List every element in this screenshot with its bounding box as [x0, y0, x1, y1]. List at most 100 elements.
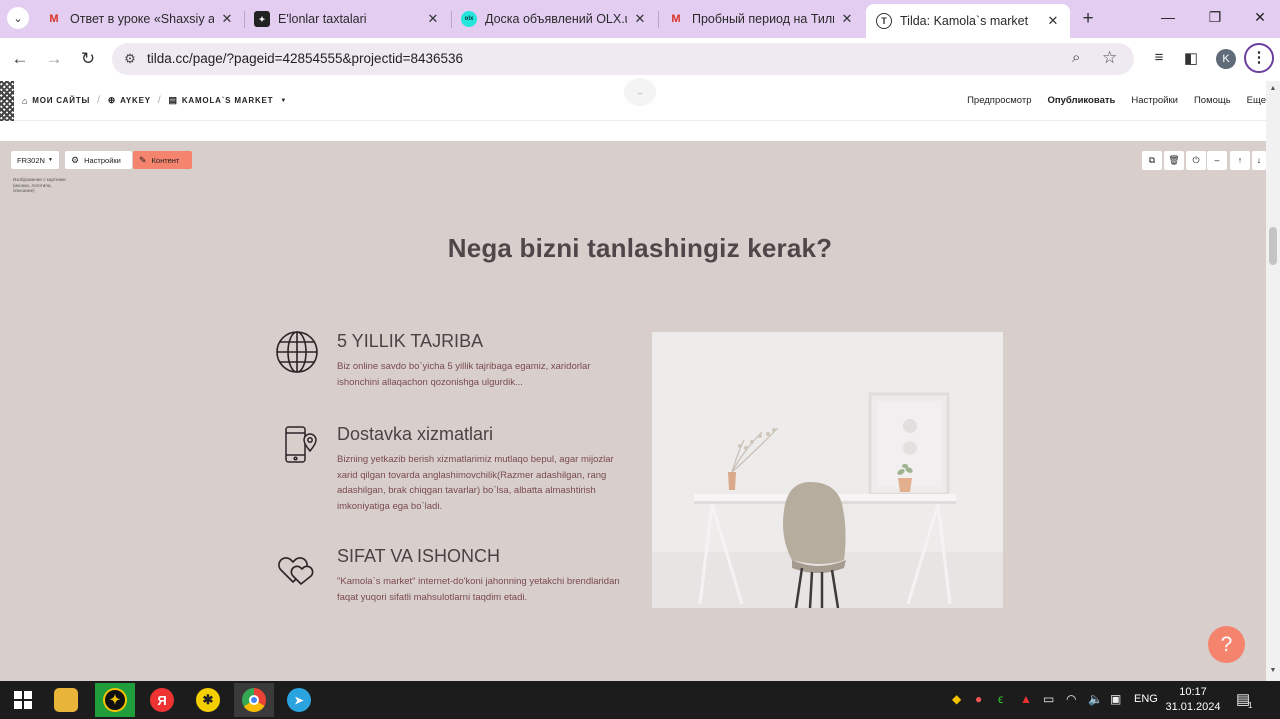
block-id-dropdown[interactable]: FR302N ▼ — [11, 151, 59, 169]
display-icon[interactable]: ▣ — [1110, 692, 1121, 706]
gear-icon: ⚙ — [71, 154, 80, 165]
page-scrollbar[interactable]: ▲ ▼ — [1266, 81, 1280, 681]
address-bar[interactable]: ⚙ tilda.cc/page/?pageid=42854555&project… — [112, 43, 1134, 75]
olx-icon: olx — [461, 11, 477, 27]
move-down-icon[interactable]: ↓ — [1252, 151, 1266, 170]
scroll-down-arrow-icon[interactable]: ▼ — [1268, 667, 1278, 674]
minimize-icon[interactable]: — — [1158, 9, 1178, 25]
close-icon[interactable]: ✕ — [426, 11, 440, 27]
media-control-icon[interactable]: ≡ — [1148, 49, 1170, 66]
site-info-icon[interactable]: ⚙ — [121, 50, 139, 68]
help-button[interactable]: ? — [1208, 626, 1245, 663]
breadcrumb: ⌂ МОИ САЙТЫ / ⊕ AYKEY / ▤ KAMOLA`S MARKE… — [22, 95, 291, 106]
breadcrumb-my-sites[interactable]: МОИ САЙТЫ — [32, 96, 90, 105]
tab-title: Доска объявлений OLX.uz — [485, 12, 627, 26]
bookmark-star-icon[interactable]: ☆ — [1102, 48, 1117, 68]
block-description: Изображение с картинки (иконки, логотипа… — [13, 177, 66, 193]
close-icon[interactable]: ✕ — [1046, 13, 1060, 29]
preview-link[interactable]: Предпросмотр — [967, 95, 1031, 106]
tab-gmail-answer[interactable]: M Ответ в уроке «Shaxsiy aloq ✕ — [36, 0, 244, 38]
input-language[interactable]: ENG — [1134, 693, 1158, 705]
delete-block-icon[interactable]: 🗑 — [1164, 151, 1184, 170]
taskbar-file-explorer[interactable] — [46, 683, 86, 717]
feature-item-delivery: Dostavka xizmatlari Bizning yetkazib ber… — [275, 424, 635, 524]
forward-arrow-icon[interactable]: → — [43, 48, 65, 70]
volume-icon[interactable]: 🔈 — [1088, 692, 1103, 706]
tray-app-icon[interactable]: ◆ — [952, 692, 961, 706]
tab-title: Ответ в уроке «Shaxsiy aloq — [70, 12, 214, 26]
collapse-block-icon[interactable]: – — [1207, 151, 1227, 170]
tab-olx[interactable]: olx Доска объявлений OLX.uz ✕ — [451, 0, 657, 38]
pencil-icon: ✎ — [139, 154, 147, 165]
side-panel-icon[interactable]: ◧ — [1180, 49, 1202, 67]
clock-time: 10:17 — [1179, 686, 1207, 698]
chevron-down-icon[interactable]: ▼ — [280, 98, 287, 104]
block-settings-label: Настройки — [84, 155, 121, 165]
reload-icon[interactable]: ↻ — [77, 48, 99, 70]
chevron-down-icon: ▼ — [47, 157, 53, 163]
gmail-icon: M — [49, 13, 59, 25]
taskbar-yandex[interactable]: Я — [142, 683, 182, 717]
tray-green-icon[interactable]: ϵ — [998, 692, 1003, 706]
zoom-icon[interactable]: ⌕ — [1072, 49, 1080, 66]
url-text[interactable]: tilda.cc/page/?pageid=42854555&projectid… — [147, 51, 463, 66]
scrollbar-thumb[interactable] — [1269, 227, 1277, 265]
taskbar-chrome[interactable] — [234, 683, 274, 717]
globe-icon — [276, 331, 318, 373]
browser-menu-icon[interactable]: ⋮ — [1244, 43, 1274, 73]
tilda-top-links: Предпросмотр Опубликовать Настройки Помо… — [951, 95, 1266, 106]
tab-tilda-active[interactable]: T Tilda: Kamola`s market ✕ — [866, 4, 1070, 38]
tab-gmail-trial[interactable]: M Пробный период на Тильд ✕ — [658, 0, 864, 38]
block-content-button[interactable]: ✎ Контент — [133, 151, 192, 169]
new-tab-button[interactable]: + — [1078, 8, 1098, 30]
move-up-icon[interactable]: ↑ — [1230, 151, 1250, 170]
breadcrumb-page[interactable]: KAMOLA`S MARKET — [182, 96, 274, 105]
notification-count: 1 — [1248, 701, 1253, 710]
tab-search-chevron-icon[interactable]: ⌄ — [7, 7, 29, 29]
tray-warning-icon[interactable]: ▲ — [1020, 692, 1032, 706]
start-button[interactable] — [3, 683, 43, 717]
duplicate-block-icon[interactable]: ⧉ — [1142, 151, 1162, 170]
close-icon[interactable]: ✕ — [220, 11, 234, 27]
scroll-up-arrow-icon[interactable]: ▲ — [1268, 85, 1278, 92]
back-arrow-icon[interactable]: ← — [9, 48, 31, 70]
empty-block-strip — [0, 121, 1266, 141]
page-icon: ▤ — [168, 95, 178, 105]
block-id-label: FR302N — [17, 155, 45, 165]
yandex-icon: Я — [150, 688, 174, 712]
telegram-icon: ➤ — [287, 688, 311, 712]
settings-link[interactable]: Настройки — [1131, 95, 1178, 106]
phone-location-icon — [285, 426, 317, 463]
taskbar-app-green[interactable]: ✦ — [95, 683, 135, 717]
system-clock[interactable]: 10:17 31.01.2024 — [1160, 685, 1226, 715]
tilda-top-panel: ⌂ МОИ САЙТЫ / ⊕ AYKEY / ▤ KAMOLA`S MARKE… — [0, 78, 1266, 121]
power-toggle-icon[interactable]: ⏻ — [1186, 151, 1206, 170]
feature-text: "Kamola`s market" internet-do'koni jahon… — [337, 576, 620, 603]
tilda-logo-icon[interactable] — [0, 81, 14, 121]
tab-elonlar[interactable]: ✦ E'lonlar taxtalari ✕ — [244, 0, 450, 38]
profile-avatar[interactable]: K — [1216, 49, 1236, 69]
close-icon[interactable]: ✕ — [633, 11, 647, 27]
breadcrumb-project[interactable]: AYKEY — [120, 96, 151, 105]
dark-square-icon: ✦ — [254, 11, 270, 27]
wifi-icon[interactable]: ◠ — [1066, 692, 1076, 706]
publish-link[interactable]: Опубликовать — [1048, 95, 1116, 106]
breadcrumb-separator: / — [157, 95, 162, 106]
close-window-icon[interactable]: ✕ — [1250, 9, 1270, 26]
breadcrumb-separator: / — [97, 95, 101, 106]
block-settings-button[interactable]: ⚙ Настройки — [65, 151, 132, 169]
more-link[interactable]: Еще — [1247, 95, 1266, 106]
restore-icon[interactable]: ❐ — [1205, 9, 1225, 26]
close-icon[interactable]: ✕ — [840, 11, 854, 27]
tray-shield-icon[interactable]: ● — [975, 692, 982, 706]
battery-icon[interactable]: ▭ — [1043, 692, 1054, 706]
hearts-icon — [278, 557, 314, 585]
yandex-market-icon: ✱ — [196, 688, 220, 712]
feature-text: Biz online savdo bo`yicha 5 yillik tajri… — [337, 361, 591, 388]
taskbar-telegram[interactable]: ➤ — [279, 683, 319, 717]
taskbar-yandex-market[interactable]: ✱ — [188, 683, 228, 717]
browser-toolbar: ← → ↻ ⚙ tilda.cc/page/?pageid=42854555&p… — [0, 38, 1280, 81]
help-link[interactable]: Помощь — [1194, 95, 1231, 106]
windows-taskbar: ✦ Я ✱ ➤ ◆ ● ϵ ▲ ▭ ◠ 🔈 ▣ ENG 10:17 31.01.… — [0, 681, 1280, 719]
collapse-panel-button[interactable]: ⌄ — [624, 78, 656, 106]
